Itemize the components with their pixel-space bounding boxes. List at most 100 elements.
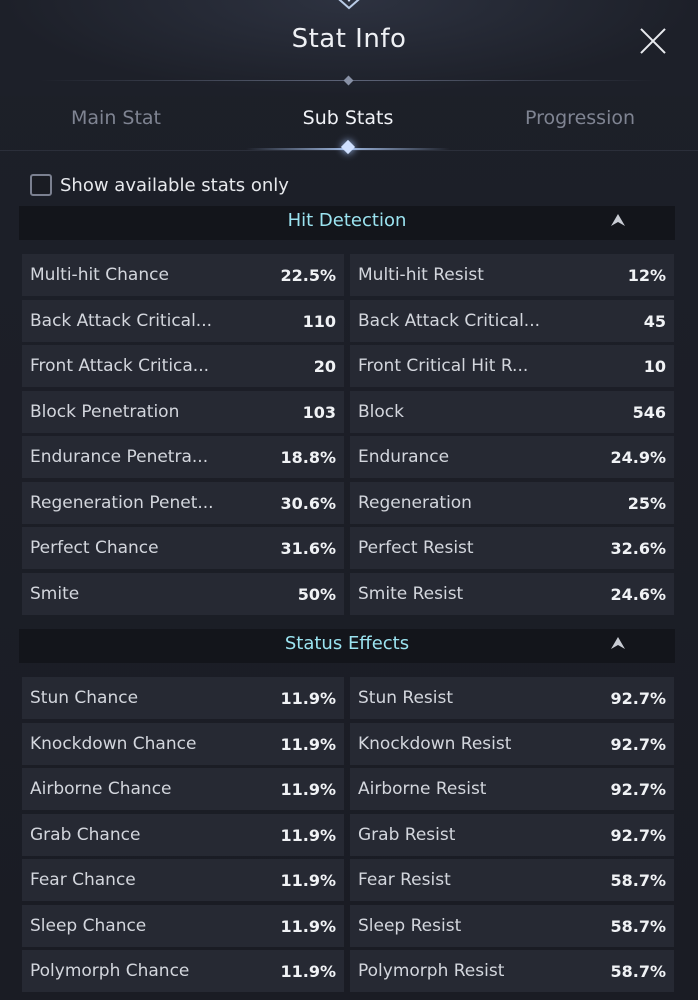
stat-value: 11.9% bbox=[280, 688, 336, 708]
stat-value: 12% bbox=[627, 265, 666, 285]
stat-cell[interactable]: Stun Chance 11.9% bbox=[22, 677, 344, 719]
stat-cell[interactable]: Sleep Resist 58.7% bbox=[350, 905, 674, 947]
table-row: Polymorph Chance 11.9% Polymorph Resist 58.… bbox=[22, 950, 674, 992]
stat-cell[interactable]: Block Penetration 103 bbox=[22, 391, 344, 433]
stat-cell[interactable]: Endurance Penetra... 18.8% bbox=[22, 436, 344, 478]
stat-cell[interactable]: Regeneration 25% bbox=[350, 482, 674, 524]
stat-value: 25% bbox=[627, 493, 666, 513]
stat-value: 30.6% bbox=[280, 493, 336, 513]
stat-value: 546 bbox=[632, 402, 666, 422]
stat-name: Stun Chance bbox=[30, 688, 139, 708]
stat-value: 92.7% bbox=[610, 688, 666, 708]
table-row: Grab Chance 11.9% Grab Resist 92.7% bbox=[22, 814, 674, 856]
stat-cell[interactable]: Stun Resist 92.7% bbox=[350, 677, 674, 719]
stat-value: 24.6% bbox=[610, 584, 666, 604]
stat-name: Grab Resist bbox=[358, 825, 456, 845]
stat-cell[interactable]: Fear Resist 58.7% bbox=[350, 859, 674, 901]
table-row: Smite 50% Smite Resist 24.6% bbox=[22, 573, 674, 615]
stat-cell[interactable]: Sleep Chance 11.9% bbox=[22, 905, 344, 947]
stat-cell[interactable]: Polymorph Chance 11.9% bbox=[22, 950, 344, 992]
stat-cell[interactable]: Knockdown Resist 92.7% bbox=[350, 723, 674, 765]
stat-cell[interactable]: Front Attack Critica... 20 bbox=[22, 345, 344, 387]
stat-cell[interactable]: Fear Chance 11.9% bbox=[22, 859, 344, 901]
stat-name: Fear Resist bbox=[358, 870, 451, 890]
stat-value: 20 bbox=[313, 356, 336, 376]
stat-cell[interactable]: Multi-hit Chance 22.5% bbox=[22, 254, 344, 296]
stat-value: 58.7% bbox=[610, 870, 666, 890]
divider-ornament bbox=[343, 75, 354, 86]
section-header[interactable]: Status Effects bbox=[19, 629, 675, 663]
stat-value: 92.7% bbox=[610, 734, 666, 754]
table-row: Endurance Penetra... 18.8% Endurance 24.9% bbox=[22, 436, 674, 478]
chevron-up-icon[interactable] bbox=[609, 635, 627, 653]
stat-cell[interactable]: Back Attack Critical... 110 bbox=[22, 300, 344, 342]
show-available-label: Show available stats only bbox=[60, 174, 289, 196]
section-title: Hit Detection bbox=[287, 210, 407, 231]
stat-value: 92.7% bbox=[610, 779, 666, 799]
stat-name: Polymorph Chance bbox=[30, 961, 190, 981]
stat-cell[interactable]: Grab Resist 92.7% bbox=[350, 814, 674, 856]
stat-cell[interactable]: Regeneration Penet... 30.6% bbox=[22, 482, 344, 524]
table-row: Sleep Chance 11.9% Sleep Resist 58.7% bbox=[22, 905, 674, 947]
table-row: Back Attack Critical... 110 Back Attack Cr… bbox=[22, 300, 674, 342]
stat-value: 31.6% bbox=[280, 538, 336, 558]
stat-info-panel: Stat Info Main Stat Sub Stats Progressio… bbox=[0, 0, 698, 1000]
table-row: Stun Chance 11.9% Stun Resist 92.7% bbox=[22, 677, 674, 719]
stat-name: Front Attack Critica... bbox=[30, 356, 210, 376]
show-available-filter[interactable]: Show available stats only bbox=[30, 172, 289, 198]
stat-cell[interactable]: Multi-hit Resist 12% bbox=[350, 254, 674, 296]
stat-value: 110 bbox=[302, 311, 336, 331]
stat-cell[interactable]: Grab Chance 11.9% bbox=[22, 814, 344, 856]
stat-cell[interactable]: Knockdown Chance 11.9% bbox=[22, 723, 344, 765]
stat-name: Sleep Resist bbox=[358, 916, 462, 936]
close-icon[interactable] bbox=[636, 24, 670, 58]
stat-name: Regeneration Penet... bbox=[30, 493, 214, 513]
tab-main-stat[interactable]: Main Stat bbox=[0, 96, 232, 150]
stat-name: Polymorph Resist bbox=[358, 961, 505, 981]
stat-cell[interactable]: Front Critical Hit R... 10 bbox=[350, 345, 674, 387]
stat-name: Endurance Penetra... bbox=[30, 447, 209, 467]
stat-cell[interactable]: Polymorph Resist 58.7% bbox=[350, 950, 674, 992]
stat-value: 32.6% bbox=[610, 538, 666, 558]
stat-value: 58.7% bbox=[610, 961, 666, 981]
stat-name: Front Critical Hit R... bbox=[358, 356, 529, 376]
stat-cell[interactable]: Perfect Chance 31.6% bbox=[22, 527, 344, 569]
stat-value: 24.9% bbox=[610, 447, 666, 467]
table-row: Block Penetration 103 Block 546 bbox=[22, 391, 674, 433]
show-available-checkbox[interactable] bbox=[30, 174, 52, 196]
stat-cell[interactable]: Back Attack Critical... 45 bbox=[350, 300, 674, 342]
table-row: Airborne Chance 11.9% Airborne Resist 92.7% bbox=[22, 768, 674, 810]
stat-name: Perfect Chance bbox=[30, 538, 159, 558]
stat-name: Airborne Resist bbox=[358, 779, 487, 799]
chevron-up-icon[interactable] bbox=[609, 212, 627, 230]
stat-name: Back Attack Critical... bbox=[358, 311, 541, 331]
stat-cell[interactable]: Airborne Resist 92.7% bbox=[350, 768, 674, 810]
stat-cell[interactable]: Smite Resist 24.6% bbox=[350, 573, 674, 615]
stat-cell[interactable]: Smite 50% bbox=[22, 573, 344, 615]
stat-name: Perfect Resist bbox=[358, 538, 474, 558]
stat-value: 11.9% bbox=[280, 916, 336, 936]
table-row: Perfect Chance 31.6% Perfect Resist 32.6% bbox=[22, 527, 674, 569]
stat-name: Knockdown Chance bbox=[30, 734, 197, 754]
stat-cell[interactable]: Endurance 24.9% bbox=[350, 436, 674, 478]
window-title: Stat Info bbox=[291, 24, 407, 54]
stat-name: Airborne Chance bbox=[30, 779, 172, 799]
stat-value: 50% bbox=[297, 584, 336, 604]
stat-name: Knockdown Resist bbox=[358, 734, 512, 754]
tab-progression[interactable]: Progression bbox=[464, 96, 696, 150]
stat-value: 11.9% bbox=[280, 825, 336, 845]
table-row: Multi-hit Chance 22.5% Multi-hit Resist 12% bbox=[22, 254, 674, 296]
stat-cell[interactable]: Block 546 bbox=[350, 391, 674, 433]
stat-value: 92.7% bbox=[610, 825, 666, 845]
table-row: Fear Chance 11.9% Fear Resist 58.7% bbox=[22, 859, 674, 901]
stat-name: Fear Chance bbox=[30, 870, 136, 890]
stat-cell[interactable]: Perfect Resist 32.6% bbox=[350, 527, 674, 569]
header: Stat Info bbox=[0, 0, 698, 96]
stat-cell[interactable]: Airborne Chance 11.9% bbox=[22, 768, 344, 810]
stat-name: Grab Chance bbox=[30, 825, 141, 845]
section-header[interactable]: Hit Detection bbox=[19, 206, 675, 240]
stat-name: Endurance bbox=[358, 447, 450, 467]
stat-name: Smite Resist bbox=[358, 584, 464, 604]
stat-value: 11.9% bbox=[280, 870, 336, 890]
stat-name: Stun Resist bbox=[358, 688, 454, 708]
